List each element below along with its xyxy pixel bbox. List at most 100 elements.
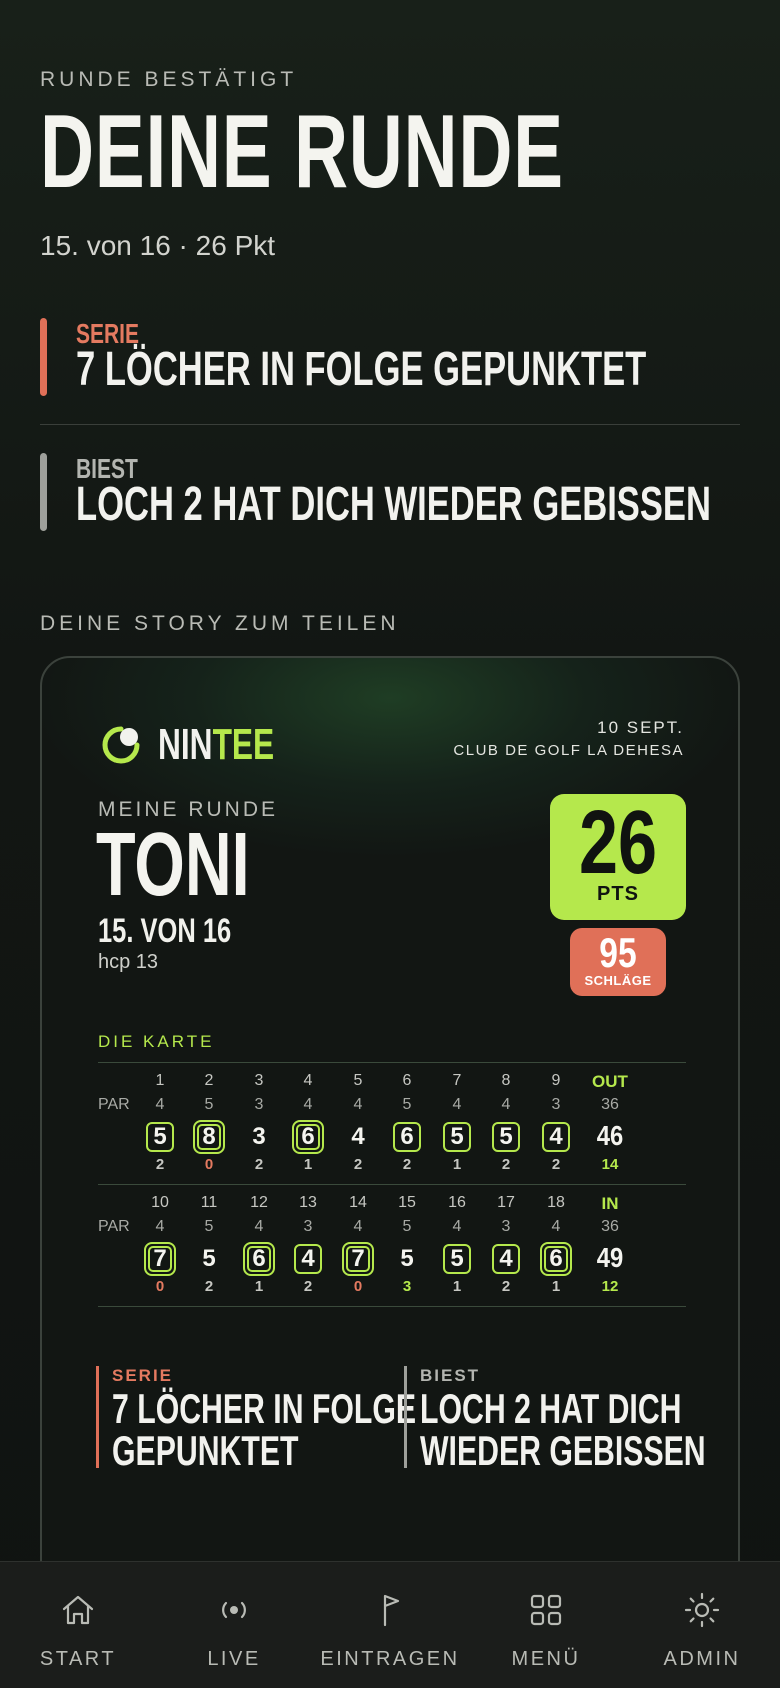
hole-points: 0 [155,1278,165,1295]
insight-accent-bar [40,453,47,531]
hole-par: 5 [402,1096,412,1113]
score-box: 6 [393,1122,421,1152]
score-value: 8 [197,1124,221,1150]
score-double-box: 7 [144,1242,176,1276]
hole-points: 1 [452,1156,462,1173]
hole-par: 3 [254,1096,264,1113]
score-double-box: 6 [540,1242,572,1276]
hole-par: 4 [254,1218,264,1235]
brand-name-part-1: NIN [158,720,213,769]
hole-score: 5 [432,1242,482,1276]
tab-menu[interactable]: MENÜ [468,1562,624,1688]
score-box: 5 [492,1122,520,1152]
home-icon [62,1595,94,1625]
nine-total-label: IN [601,1194,619,1213]
hole-score: 5 [400,1245,414,1272]
hole-par: 4 [353,1096,363,1113]
tab-admin[interactable]: ADMIN [624,1562,780,1688]
hole-points: 2 [204,1278,214,1295]
score-box: 4 [294,1244,322,1274]
nine-score-total: 46 [596,1120,624,1151]
hole-par: 3 [501,1218,511,1235]
score-box: 4 [492,1244,520,1274]
nine-par-total: 36 [601,1218,619,1235]
hole-points: 1 [303,1156,313,1173]
hole-par: 5 [204,1218,214,1235]
hole-par: 4 [155,1218,165,1235]
tab-label: ADMIN [663,1648,741,1670]
insight-text: LOCH 2 HAT DICH WIEDER GEBISSEN [76,478,711,531]
insight-beast: BIEST LOCH 2 HAT DICH WIEDER GEBISSEN [40,453,740,533]
nine-points-total: 14 [601,1156,619,1173]
hole-number: 14 [349,1194,367,1211]
insight-accent-bar [96,1366,99,1468]
hole-par: 4 [501,1096,511,1113]
story-heading: DEINE STORY ZUM TEILEN [40,612,400,635]
tab-eintragen[interactable]: EINTRAGEN [312,1562,468,1688]
insight-label: BIEST [420,1366,481,1385]
score-double-box: 6 [292,1120,324,1154]
hole-number: 7 [452,1072,462,1089]
strokes-unit: SCHLÄGE [584,973,652,988]
hole-score: 4 [481,1242,531,1276]
hole-number: 17 [497,1194,515,1211]
score-box: 4 [542,1122,570,1152]
hole-points: 0 [353,1278,363,1295]
hole-number: 15 [398,1194,416,1211]
insight-streak: SERIE 7 LÖCHER IN FOLGE GEPUNKTET [40,318,740,398]
scorecard-divider [98,1062,686,1063]
hole-par: 4 [353,1218,363,1235]
hole-par: 5 [402,1218,412,1235]
scorecard-heading: DIE KARTE [98,1032,215,1051]
insight-accent-bar [404,1366,407,1468]
hole-par: 4 [155,1096,165,1113]
score-box: 5 [443,1244,471,1274]
hole-score: 4 [531,1120,581,1154]
hole-points: 3 [402,1278,412,1295]
hole-number: 18 [547,1194,565,1211]
insight-text: 7 LÖCHER IN FOLGE GEPUNKTET [76,343,647,396]
insight-label: SERIE [112,1366,174,1385]
hole-points: 2 [353,1156,363,1173]
hole-points: 1 [254,1278,264,1295]
tab-label: START [39,1648,117,1670]
points-value: 26 [578,793,658,893]
live-icon [222,1601,246,1619]
hole-number: 3 [254,1072,264,1089]
scorecard-divider [98,1306,686,1307]
score-value: 6 [296,1124,320,1150]
hole-score: 4 [283,1242,333,1276]
hole-number: 8 [501,1072,511,1089]
player-name: TONI [96,815,250,915]
hole-points: 0 [204,1156,214,1173]
hole-score: 4 [351,1123,365,1150]
hole-points: 1 [452,1278,462,1295]
insight-text-line: WIEDER GEBISSEN [420,1427,706,1474]
hole-par: 4 [303,1096,313,1113]
hole-score: 3 [252,1123,266,1150]
hole-number: 1 [155,1072,165,1089]
hole-points: 2 [402,1156,412,1173]
hole-par: 4 [452,1218,462,1235]
insight-text-line: LOCH 2 HAT DICH [420,1385,682,1432]
tab-label: EINTRAGEN [320,1648,460,1670]
hole-number: 16 [448,1194,466,1211]
insight-text: LOCH 2 HAT DICH WIEDER GEBISSEN [420,1388,706,1472]
hole-points: 2 [501,1156,511,1173]
hole-points: 2 [551,1156,561,1173]
story-card[interactable]: NINTEE 10 SEPT. CLUB DE GOLF LA DEHESA M… [40,656,740,1688]
hole-number: 9 [551,1072,561,1089]
hole-par: 5 [204,1096,214,1113]
hole-score: 6 [531,1242,581,1276]
insight-accent-bar [40,318,47,396]
tab-live[interactable]: LIVE [156,1562,312,1688]
round-date: 10 SEPT. [597,718,684,737]
hole-score: 7 [333,1242,383,1276]
tab-start[interactable]: START [0,1562,156,1688]
brand-logo: NINTEE [100,720,319,770]
hole-points: 2 [501,1278,511,1295]
hole-number: 13 [299,1194,317,1211]
points-unit: PTS [597,883,639,905]
nine-points-total: 12 [601,1278,619,1295]
round-confirmed-eyebrow: RUNDE BESTÄTIGT [40,68,298,91]
